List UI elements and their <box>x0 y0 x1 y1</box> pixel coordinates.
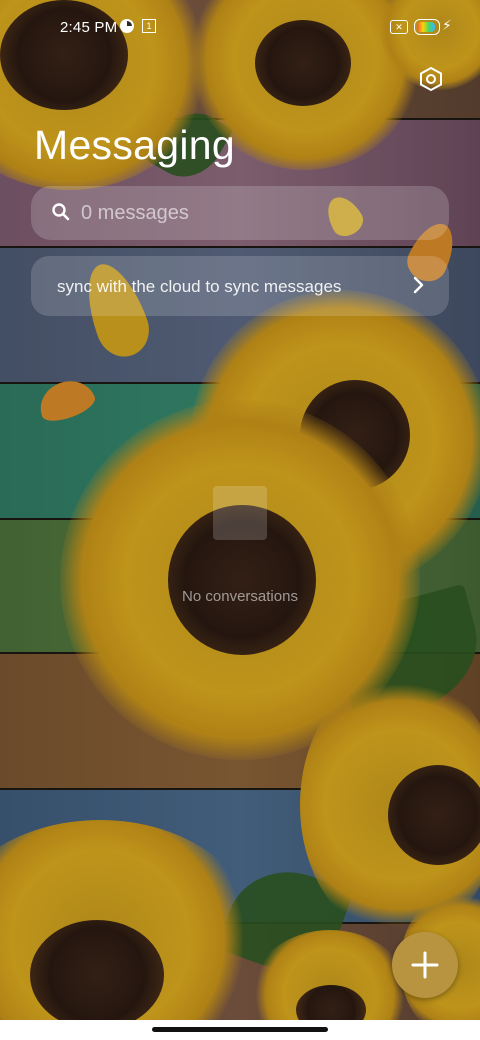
search-icon <box>52 203 70 221</box>
status-bar: 2:45 PM 1 ✕ ⚡ <box>0 14 480 42</box>
settings-hexagon-icon <box>420 66 442 92</box>
sync-banner-text: sync with the cloud to sync messages <box>57 277 342 296</box>
sync-banner[interactable]: sync with the cloud to sync messages <box>31 256 449 316</box>
chevron-right-icon <box>413 276 424 294</box>
search-input[interactable]: 0 messages <box>31 186 449 240</box>
sim-icon: 1 <box>142 19 156 33</box>
page-title: Messaging <box>34 122 235 168</box>
battery-icon <box>414 19 440 35</box>
status-time: 2:45 PM <box>60 19 118 36</box>
plus-icon <box>411 951 439 979</box>
navigation-bar <box>0 1020 480 1040</box>
home-gesture-handle[interactable] <box>152 1027 328 1032</box>
settings-button[interactable] <box>414 62 448 96</box>
charging-icon: ⚡ <box>442 17 452 33</box>
message-icon <box>213 486 267 540</box>
new-conversation-button[interactable] <box>392 932 458 998</box>
empty-state-text: No conversations <box>182 588 298 605</box>
search-placeholder: 0 messages <box>81 202 189 224</box>
no-signal-icon: ✕ <box>390 20 408 34</box>
data-saver-icon <box>120 19 134 33</box>
